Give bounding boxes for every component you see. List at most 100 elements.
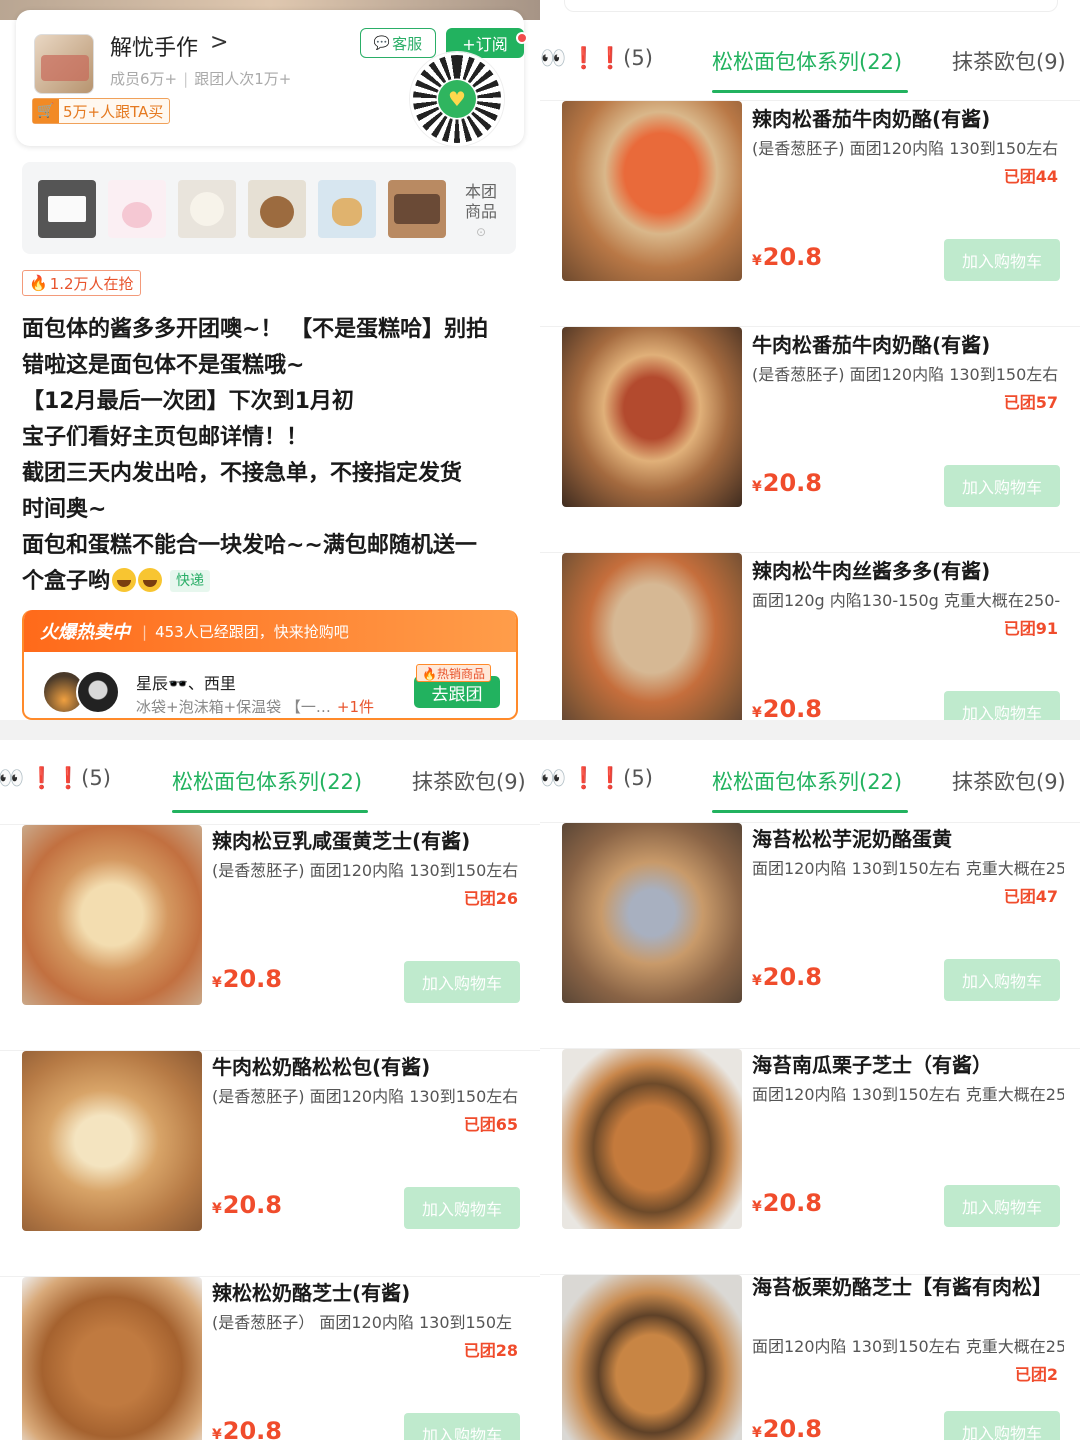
product-item[interactable]: 辣肉松牛肉丝酱多多(有酱) 面团120g 内陷130-150g 克重大概在250… (540, 552, 1080, 720)
active-tab-indicator (712, 810, 908, 813)
tab-label: ❗❗(5) (28, 766, 111, 790)
product-image[interactable] (562, 101, 742, 281)
product-item[interactable]: 海苔松松芋泥奶酪蛋黄 面团120内陷 130到150左右 克重大概在25 已团4… (540, 822, 1080, 1048)
add-to-cart-button[interactable]: 加入购物车 (944, 1185, 1060, 1227)
sold-count: 已团57 (1003, 393, 1058, 412)
product-price: ¥20.8 (212, 1417, 282, 1440)
product-subtitle: 面团120内陷 130到150左右 克重大概在25 (752, 1337, 1064, 1356)
add-to-cart-button[interactable]: 加入购物车 (404, 1413, 520, 1440)
product-price: ¥20.8 (752, 1189, 822, 1217)
product-subtitle: (是香葱胚子) 面团120内陷 130到150左右 (212, 861, 519, 880)
currency-symbol: ¥ (212, 1427, 222, 1440)
grin-emoji-icon (138, 568, 163, 592)
tab-exclaim[interactable]: 👀 ❗❗(5) (0, 766, 111, 791)
add-to-cart-button[interactable]: 加入购物车 (944, 959, 1060, 1001)
currency-symbol: ¥ (752, 479, 762, 495)
hot-selling-panel: 火爆热卖中 453人已经跟团，快来抢购吧 星辰🕶️、西里 冰袋+泡沫箱+保温袋 … (22, 610, 518, 720)
tab-matcha[interactable]: 抹茶欧包(9) (952, 46, 1066, 76)
product-item[interactable]: 海苔板栗奶酪芝士【有酱有肉松】 面团120内陷 130到150左右 克重大概在2… (540, 1274, 1080, 1440)
description-text: 个盒子哟 (22, 569, 111, 594)
product-item[interactable]: 海苔南瓜栗子芝士（有酱） 面团120内陷 130到150左右 克重大概在25 ¥… (540, 1048, 1080, 1274)
shop-name[interactable]: 解忧手作 (110, 30, 198, 62)
currency-symbol: ¥ (752, 253, 762, 269)
product-subtitle: (是香葱胚子） 面团120内陷 130到150左 (212, 1313, 513, 1332)
active-tab-indicator (712, 90, 908, 93)
tab-label: ❗❗(5) (570, 46, 653, 70)
team-goods-label: 本团商品 (464, 182, 497, 221)
sold-count: 已团28 (463, 1341, 518, 1360)
product-image[interactable] (22, 1051, 202, 1231)
express-tag: 快递 (170, 570, 211, 592)
product-item[interactable]: 牛肉松番茄牛肉奶酪(有酱) (是香葱胚子) 面团120内陷 130到150左右 … (540, 326, 1080, 552)
hot-panel-header: 火爆热卖中 453人已经跟团，快来抢购吧 (24, 610, 516, 652)
product-title: 辣肉松番茄牛肉奶酪(有酱) (752, 107, 991, 131)
goods-thumbnail[interactable] (248, 180, 306, 238)
buyer-names: 星辰🕶️、西里 (136, 674, 236, 693)
product-subtitle: 面团120g 内陷130-150g 克重大概在250- (752, 591, 1061, 610)
customer-service-button[interactable]: 💬 客服 (360, 28, 436, 58)
hot-count: 1.2万人在抢 (49, 274, 134, 293)
chevron-right-icon[interactable]: > (210, 30, 228, 55)
tab-exclaim[interactable]: 👀 ❗❗(5) (540, 766, 653, 791)
product-subtitle: (是香葱胚子) 面团120内陷 130到150左右 (212, 1087, 519, 1106)
product-item[interactable]: 牛肉松奶酪松松包(有酱) (是香葱胚子) 面团120内陷 130到150左右 已… (0, 1050, 540, 1276)
add-to-cart-button[interactable]: 加入购物车 (944, 465, 1060, 507)
goods-thumbnail[interactable] (178, 180, 236, 238)
tab-bread-series[interactable]: 松松面包体系列(22) (712, 766, 902, 796)
add-to-cart-button[interactable]: 加入购物车 (404, 961, 520, 1003)
add-to-cart-button[interactable]: 加入购物车 (944, 691, 1060, 720)
goods-thumbnail-strip[interactable]: 本团商品 ⊙ (22, 162, 516, 254)
description-line: 【12月最后一次团】下次到1月初 (22, 389, 354, 414)
sold-count: 已团2 (1014, 1365, 1058, 1384)
description-line: 时间奥~ (22, 497, 107, 522)
tab-exclaim[interactable]: 👀 ❗❗(5) (540, 46, 653, 71)
product-title: 辣肉松豆乳咸蛋黄芝士(有酱) (212, 829, 471, 853)
goods-thumbnail[interactable] (318, 180, 376, 238)
buyer-items: 冰袋+泡沫箱+保温袋 【一… +1件 (136, 696, 374, 717)
goods-thumbnail[interactable] (38, 180, 96, 238)
team-goods-link[interactable]: 本团商品 ⊙ (458, 182, 504, 242)
product-image[interactable] (22, 1277, 202, 1440)
product-list-panel: 👀 ❗❗(5) 松松面包体系列(22) 抹茶欧包(9) 辣肉松番茄牛肉奶酪(有酱… (540, 0, 1080, 720)
product-image[interactable] (562, 823, 742, 1003)
currency-symbol: ¥ (212, 975, 222, 991)
active-tab-indicator (172, 810, 368, 813)
shop-logo[interactable] (34, 34, 94, 94)
add-to-cart-button[interactable]: 加入购物车 (404, 1187, 520, 1229)
product-item[interactable]: 辣肉松番茄牛肉奶酪(有酱) (是香葱胚子) 面团120内陷 130到150左右 … (540, 100, 1080, 326)
description-line: 面包和蛋糕不能合一块发哈~~满包邮随机送一 (22, 533, 477, 558)
hot-count-badge: 🔥 1.2万人在抢 (22, 270, 141, 296)
customer-service-label: 客服 (392, 34, 423, 53)
category-tabs: 👀 ❗❗(5) 松松面包体系列(22) 抹茶欧包(9) (540, 30, 1080, 94)
price-value: 20.8 (762, 243, 822, 271)
chat-icon: 💬 (373, 35, 391, 51)
category-tabs: 👀 ❗❗(5) 松松面包体系列(22) 抹茶欧包(9) (540, 750, 1080, 814)
follow-badge-label: 5万+人跟TA买 (63, 102, 164, 121)
product-image[interactable] (562, 1049, 742, 1229)
product-price: ¥20.8 (752, 963, 822, 991)
product-item[interactable]: 辣肉松豆乳咸蛋黄芝士(有酱) (是香葱胚子) 面团120内陷 130到150左右… (0, 824, 540, 1050)
product-image[interactable] (562, 553, 742, 720)
price-value: 20.8 (222, 965, 282, 993)
product-price: ¥20.8 (752, 695, 822, 720)
product-title: 牛肉松番茄牛肉奶酪(有酱) (752, 333, 991, 357)
tab-bread-series[interactable]: 松松面包体系列(22) (172, 766, 362, 796)
tab-matcha[interactable]: 抹茶欧包(9) (952, 766, 1066, 796)
goods-thumbnail[interactable] (388, 180, 446, 238)
goods-thumbnail[interactable] (108, 180, 166, 238)
product-image[interactable] (562, 1275, 742, 1440)
add-to-cart-button[interactable]: 加入购物车 (944, 239, 1060, 281)
hot-panel-subtitle: 453人已经跟团，快来抢购吧 (142, 621, 349, 642)
tab-bread-series[interactable]: 松松面包体系列(22) (712, 46, 902, 76)
price-value: 20.8 (222, 1417, 282, 1440)
product-price: ¥20.8 (752, 1415, 822, 1440)
buyer-items-more: +1件 (336, 698, 375, 716)
add-to-cart-button[interactable]: 加入购物车 (944, 1411, 1060, 1440)
price-value: 20.8 (762, 469, 822, 497)
product-image[interactable] (22, 825, 202, 1005)
tab-matcha[interactable]: 抹茶欧包(9) (412, 766, 526, 796)
product-image[interactable] (562, 327, 742, 507)
fire-icon: 🔥 (29, 274, 48, 292)
eyes-emoji-icon: 👀 (0, 766, 24, 790)
product-item[interactable]: 辣松松奶酪芝士(有酱) (是香葱胚子） 面团120内陷 130到150左 已团2… (0, 1276, 540, 1440)
